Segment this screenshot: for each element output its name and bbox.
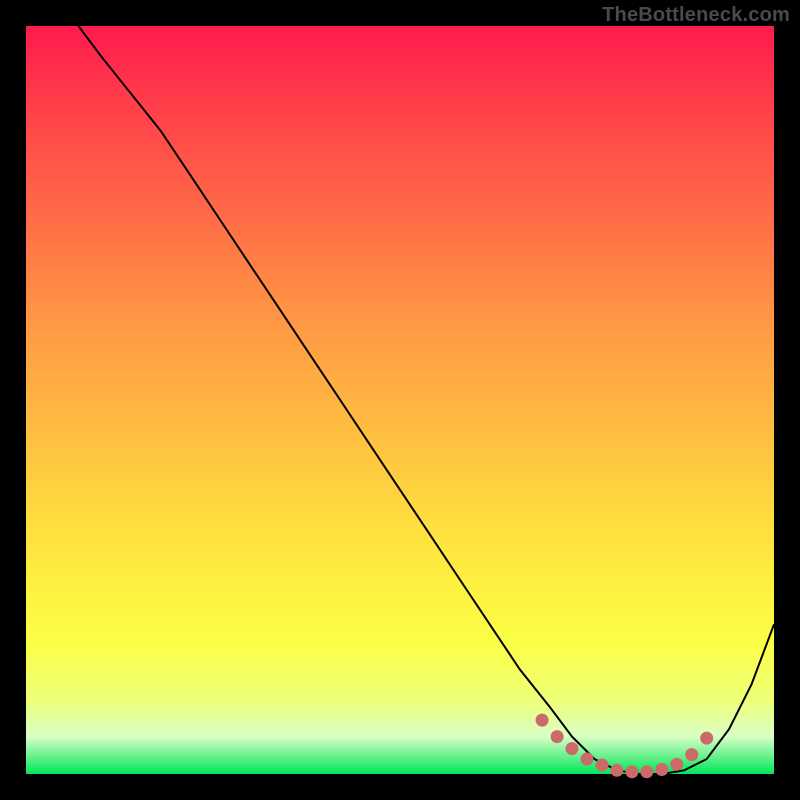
plot-area xyxy=(26,26,774,774)
valley-dot xyxy=(610,764,623,777)
chart-frame: TheBottleneck.com xyxy=(0,0,800,800)
valley-dot xyxy=(566,742,579,755)
valley-dot xyxy=(625,765,638,778)
watermark-text: TheBottleneck.com xyxy=(602,4,790,27)
valley-dot xyxy=(596,759,609,772)
valley-dot xyxy=(685,748,698,761)
valley-dot xyxy=(581,753,594,766)
bottleneck-curve xyxy=(78,26,774,774)
valley-dot xyxy=(655,763,668,776)
valley-dot xyxy=(640,765,653,778)
valley-dot xyxy=(551,730,564,743)
curve-svg xyxy=(26,26,774,774)
valley-dot xyxy=(536,714,549,727)
valley-dot xyxy=(700,732,713,745)
valley-dot xyxy=(670,758,683,771)
